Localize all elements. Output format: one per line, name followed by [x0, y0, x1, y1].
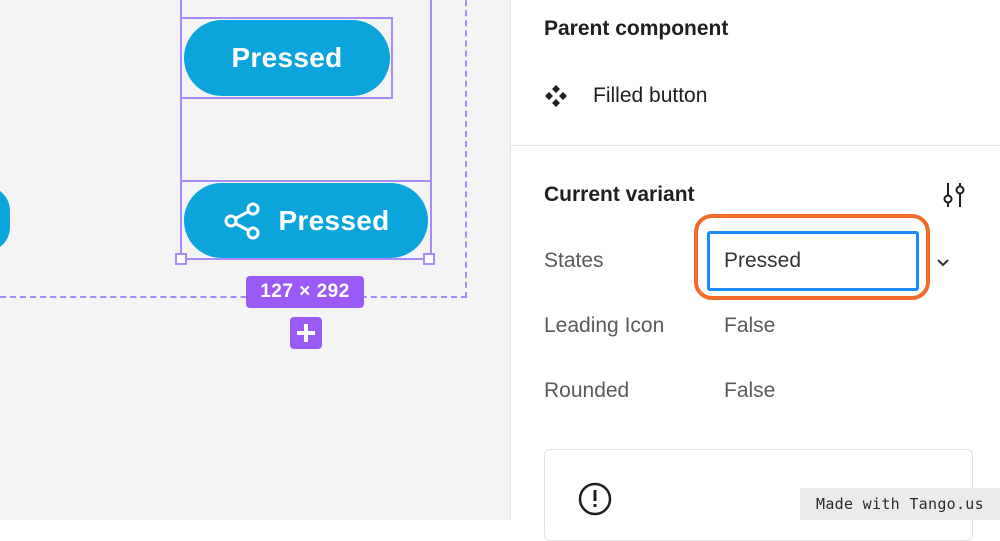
rounded-label: Rounded — [544, 379, 630, 402]
chevron-down-icon[interactable] — [933, 252, 953, 272]
states-label: States — [544, 249, 604, 272]
resize-handle-bottom-right[interactable] — [423, 253, 435, 265]
parent-component-title: Parent component — [544, 17, 729, 40]
selection-size-badge: 127 × 292 — [246, 276, 364, 308]
states-input[interactable] — [707, 231, 919, 291]
leading-icon-label: Leading Icon — [544, 314, 665, 337]
pressed-share-button-selection — [180, 180, 432, 260]
watermark-text: Made with Tango.us — [816, 495, 984, 513]
pressed-button-selection — [180, 17, 393, 99]
add-variant-button[interactable] — [290, 317, 322, 349]
properties-panel: Parent component Filled button Current v… — [510, 0, 1000, 541]
tango-watermark: Made with Tango.us — [800, 488, 1000, 520]
section-divider — [511, 145, 1000, 146]
design-canvas[interactable]: Pressed Pressed 127 × 292 — [0, 0, 510, 520]
parent-component-link[interactable]: Filled button — [593, 84, 707, 108]
current-variant-title: Current variant — [544, 183, 695, 206]
plus-icon — [297, 324, 315, 342]
rounded-value[interactable]: False — [724, 379, 775, 403]
resize-handle-bottom-left[interactable] — [175, 253, 187, 265]
component-icon — [545, 85, 567, 107]
selection-size-text: 127 × 292 — [260, 281, 350, 302]
leading-icon-value[interactable]: False — [724, 314, 775, 338]
tune-icon[interactable] — [939, 180, 969, 210]
alert-circle-icon — [578, 482, 612, 516]
